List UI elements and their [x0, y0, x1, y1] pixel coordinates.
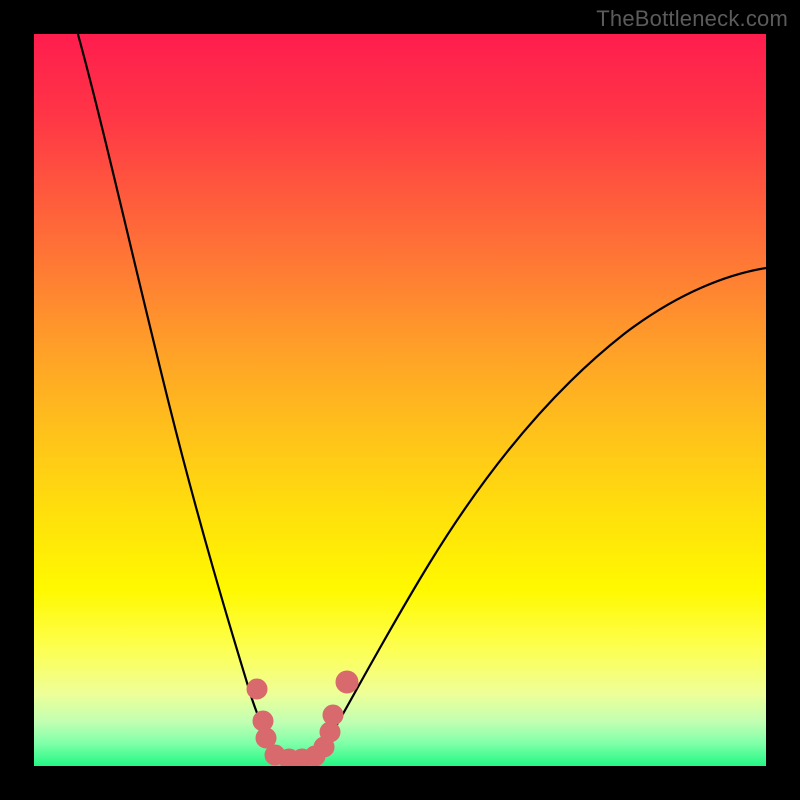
curve-left: [78, 34, 283, 766]
watermark-text: TheBottleneck.com: [596, 6, 788, 32]
chart-frame: TheBottleneck.com: [0, 0, 800, 800]
marker-cluster: [247, 671, 358, 766]
plot-area: [34, 34, 766, 766]
chart-svg: [34, 34, 766, 766]
curve-right: [312, 268, 766, 766]
